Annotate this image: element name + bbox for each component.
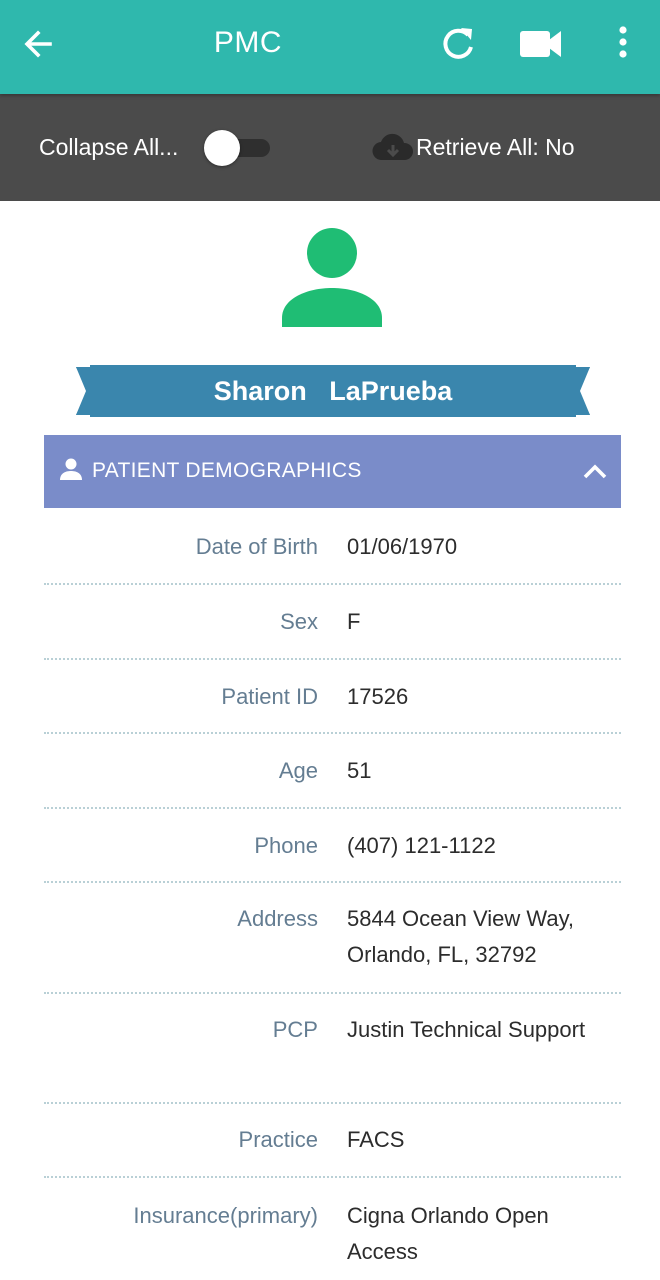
collapse-all-label: Collapse All...	[39, 134, 179, 160]
row-label: Patient ID	[221, 684, 318, 709]
row-practice: Practice FACS	[44, 1104, 621, 1178]
toggle-thumb[interactable]	[204, 130, 240, 166]
back-arrow-icon[interactable]	[20, 24, 64, 64]
row-date-of-birth: Date of Birth 01/06/1970	[44, 508, 621, 585]
row-value: FACS	[347, 1127, 405, 1152]
demographics-list: Date of Birth 01/06/1970 Sex F Patient I…	[44, 508, 621, 1278]
chevron-up-icon[interactable]	[580, 457, 610, 487]
row-value: Cigna Orlando Open Access	[347, 1203, 549, 1264]
row-value: 51	[347, 758, 372, 783]
row-label: Insurance(primary)	[133, 1203, 318, 1228]
row-value[interactable]: (407) 121-1122	[347, 828, 617, 864]
app-title: PMC	[213, 26, 283, 59]
row-label: Practice	[238, 1127, 318, 1152]
row-label: Phone	[254, 833, 318, 858]
row-value: 01/06/1970	[347, 534, 458, 559]
collapse-all-toggle[interactable]	[204, 130, 272, 166]
row-label: Sex	[280, 609, 318, 634]
row-pcp: PCP Justin Technical Support	[44, 994, 621, 1104]
row-age: Age 51	[44, 734, 621, 809]
row-label: Age	[278, 758, 318, 783]
row-patient-id: Patient ID 17526	[44, 660, 621, 734]
row-label: Date of Birth	[195, 534, 318, 559]
row-label: PCP	[272, 1017, 318, 1042]
row-phone: Phone (407) 121-1122	[44, 809, 621, 883]
retrieve-all-label[interactable]: Retrieve All: No	[416, 132, 575, 162]
row-value: F	[347, 609, 361, 634]
row-value: 5844 Ocean View Way, Orlando, FL, 32792	[347, 906, 575, 967]
row-label: Address	[237, 906, 318, 931]
app-bar: PMC	[0, 0, 660, 94]
video-camera-icon[interactable]	[516, 24, 566, 64]
patient-avatar-icon	[280, 226, 384, 330]
row-value: 17526	[347, 684, 409, 709]
more-vert-icon[interactable]	[608, 22, 638, 66]
patient-demographics-header[interactable]: PATIENT DEMOGRAPHICS	[44, 435, 621, 508]
cloud-download-icon[interactable]	[371, 132, 415, 164]
patient-name: Sharon LaPrueba	[213, 376, 453, 406]
person-icon	[58, 457, 84, 483]
refresh-icon[interactable]	[436, 22, 480, 66]
row-address: Address 5844 Ocean View Way, Orlando, FL…	[44, 883, 621, 994]
row-sex: Sex F	[44, 585, 621, 660]
options-toolbar: Collapse All... Retrieve All: No	[0, 94, 660, 201]
section-title: PATIENT DEMOGRAPHICS	[92, 459, 362, 482]
row-value: Justin Technical Support	[347, 1017, 586, 1042]
patient-name-ribbon: Sharon LaPrueba	[76, 365, 590, 417]
row-insurance-primary: Insurance(primary) Cigna Orlando Open Ac…	[44, 1178, 621, 1278]
